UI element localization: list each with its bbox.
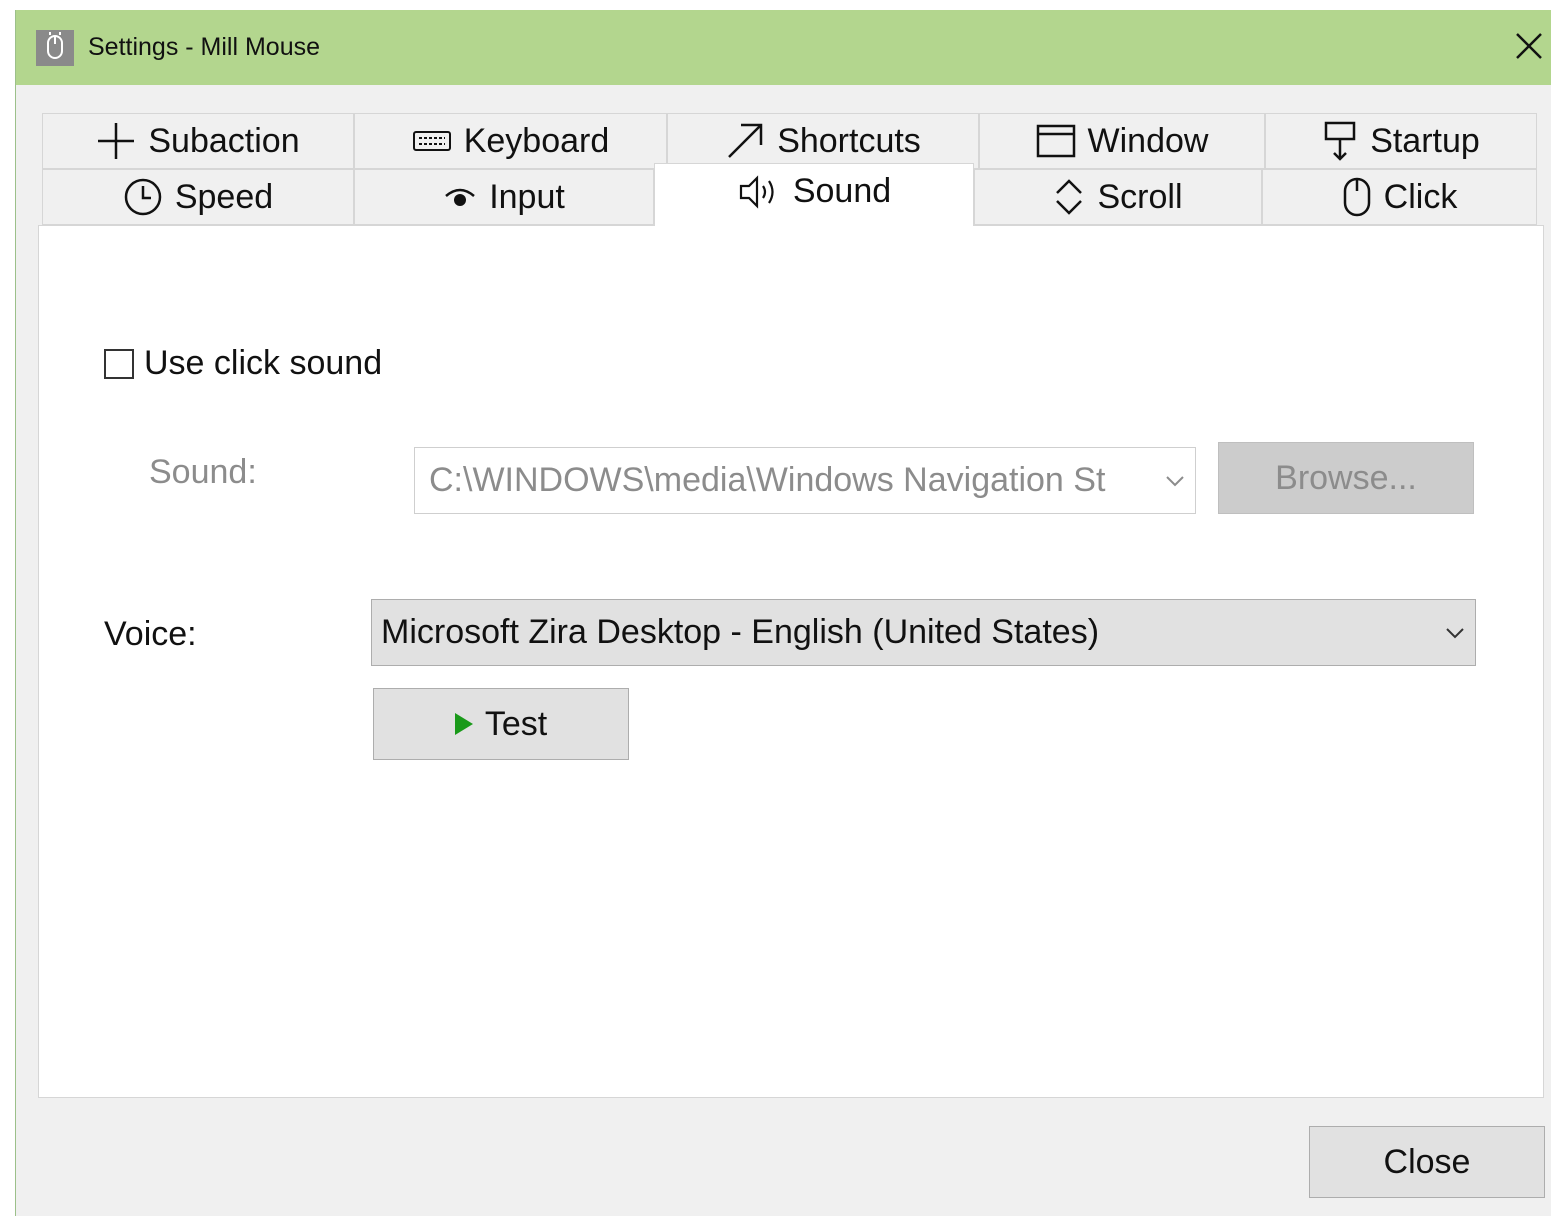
tab-label: Subaction [148,121,300,160]
tab-label: Shortcuts [777,121,921,160]
tab-keyboard[interactable]: Keyboard [354,113,667,169]
window-title: Settings - Mill Mouse [88,33,321,61]
tab-speed[interactable]: Speed [42,169,354,225]
sound-file-combobox[interactable]: C:\WINDOWS\media\Windows Navigation St [414,447,1196,514]
sound-file-value: C:\WINDOWS\media\Windows Navigation St [429,461,1106,499]
tab-label: Speed [174,177,274,216]
sound-tab-panel: Use click sound Sound: C:\WINDOWS\media\… [38,225,1544,1098]
tab-label: Window [1087,121,1209,160]
tab-label: Sound [792,172,892,210]
chevron-down-icon [1435,627,1475,639]
eye-icon [443,182,477,212]
tab-window[interactable]: Window [979,113,1265,169]
test-voice-button[interactable]: Test [373,688,629,760]
voice-label: Voice: [104,615,197,653]
settings-window: Settings - Mill Mouse Subaction Keyboard… [15,10,1551,1216]
speaker-icon [737,172,781,212]
tab-startup[interactable]: Startup [1265,113,1537,169]
use-click-sound-row[interactable]: Use click sound [104,344,382,383]
tab-sound[interactable]: Sound [654,163,974,226]
use-click-sound-label: Use click sound [144,344,383,382]
arrow-up-right-icon [725,121,765,161]
tab-label: Keyboard [463,121,610,160]
tab-click[interactable]: Click [1262,169,1537,225]
close-button[interactable]: Close [1309,1126,1545,1198]
scroll-arrows-icon [1053,177,1085,217]
chevron-down-icon [1155,475,1195,487]
title-bar[interactable]: Settings - Mill Mouse [16,10,1551,85]
sound-label: Sound: [149,453,257,491]
play-icon [454,713,473,735]
window-close-icon[interactable] [1507,24,1551,68]
window-icon [1036,124,1076,158]
tab-scroll[interactable]: Scroll [974,169,1262,225]
tab-label: Input [489,177,565,216]
keyboard-icon [412,130,452,152]
tab-label: Startup [1370,121,1480,160]
tab-input[interactable]: Input [354,169,654,225]
tab-shortcuts[interactable]: Shortcuts [667,113,979,169]
voice-combobox[interactable]: Microsoft Zira Desktop - English (United… [371,599,1476,666]
clock-icon [123,177,163,217]
use-click-sound-checkbox[interactable] [104,348,134,379]
tab-label: Scroll [1097,177,1183,216]
mouse-icon [1342,177,1372,217]
tab-subaction[interactable]: Subaction [42,113,354,169]
plus-icon [96,121,136,161]
startup-icon [1322,121,1358,161]
browse-button[interactable]: Browse... [1218,442,1474,514]
test-button-label: Test [484,704,548,743]
tab-label: Click [1383,177,1458,216]
voice-value: Microsoft Zira Desktop - English (United… [381,613,1100,651]
mill-mouse-app-icon [36,30,74,66]
